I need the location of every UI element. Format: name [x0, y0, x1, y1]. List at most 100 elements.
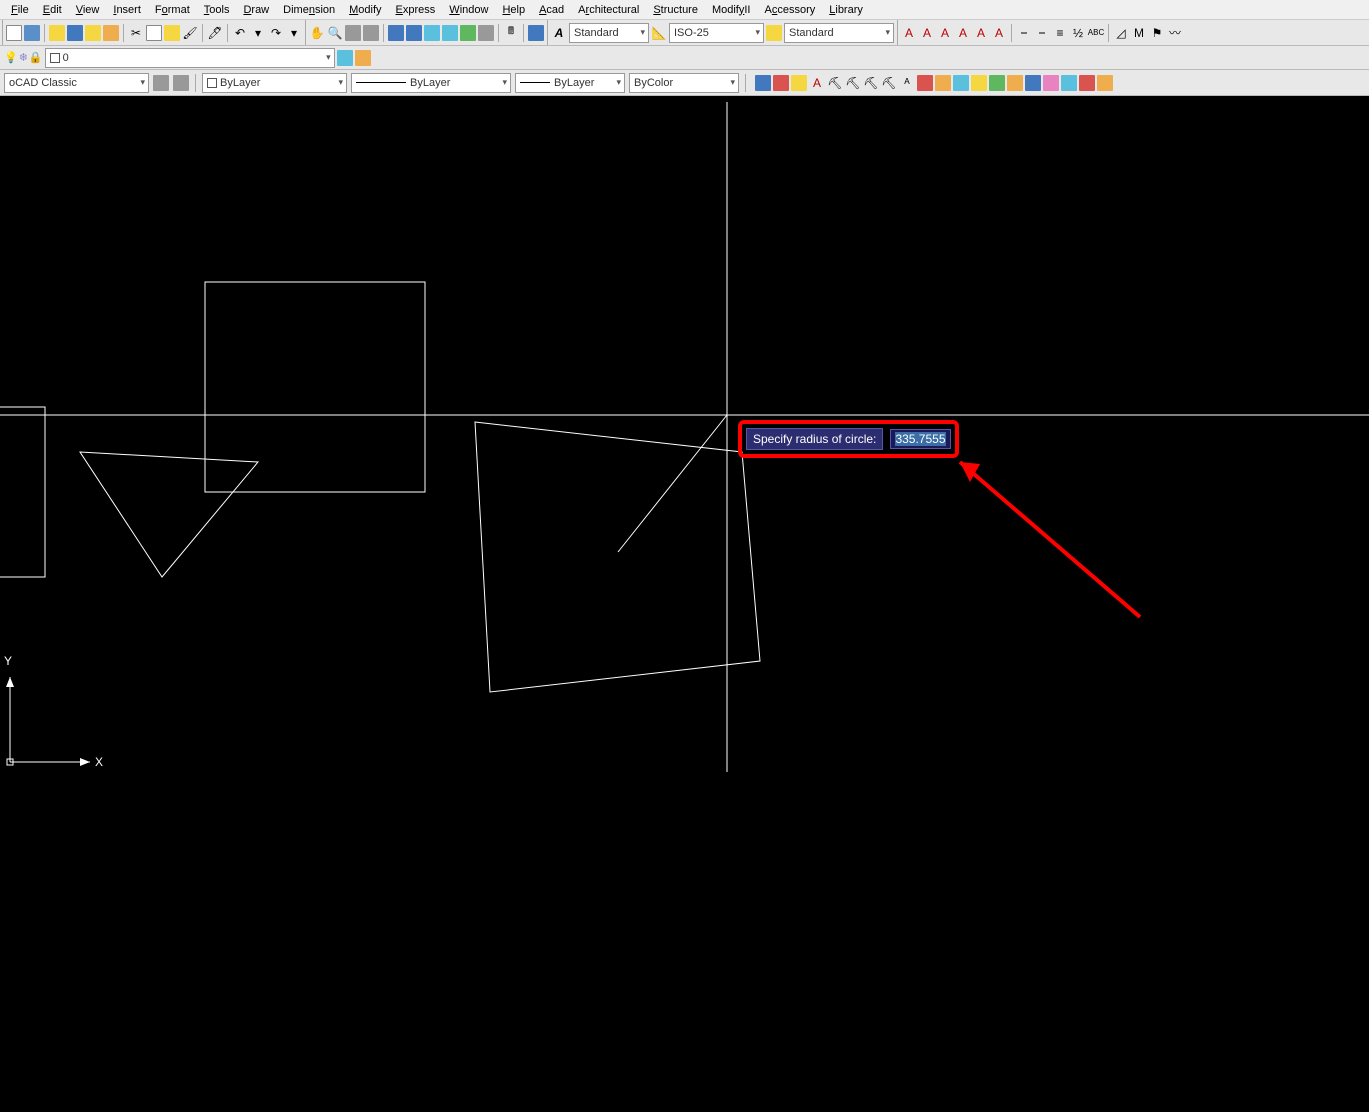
markup-icon[interactable] — [460, 25, 476, 41]
ex-2-icon[interactable] — [773, 75, 789, 91]
brush-icon[interactable]: 🖊 — [207, 25, 223, 41]
layer-dropdown[interactable]: 0 — [45, 48, 335, 68]
tool-line3-icon[interactable]: ≡ — [1052, 25, 1068, 41]
drawing-canvas[interactable]: X Y Specify radius of circle: 335.7555 — [0, 102, 1369, 772]
menu-dimension[interactable]: Dimension — [276, 2, 342, 18]
ex-16-icon[interactable] — [1025, 75, 1041, 91]
tool-zigzag-icon[interactable]: 〰 — [1167, 25, 1183, 41]
undo-drop-icon[interactable]: ▾ — [250, 25, 266, 41]
ws-lock-icon[interactable] — [173, 75, 189, 91]
menu-window[interactable]: Window — [442, 2, 495, 18]
menu-accessory[interactable]: Accessory — [758, 2, 823, 18]
tool-flag-icon[interactable]: ⚑ — [1149, 25, 1165, 41]
menu-library[interactable]: Library — [822, 2, 870, 18]
bulb-icon[interactable]: 💡 — [4, 51, 18, 64]
ex-7-icon[interactable]: ⛏ — [863, 75, 879, 91]
publish-icon[interactable] — [85, 25, 101, 41]
help-icon[interactable] — [528, 25, 544, 41]
tool-line2-icon[interactable]: ⎯ — [1034, 25, 1050, 41]
tool-line1-icon[interactable]: ⎯ — [1016, 25, 1032, 41]
undo-icon[interactable]: ↶ — [232, 25, 248, 41]
ex-12-icon[interactable] — [953, 75, 969, 91]
ex-4-icon[interactable]: A — [809, 75, 825, 91]
ex-6-icon[interactable]: ⛏ — [845, 75, 861, 91]
ex-1-icon[interactable] — [755, 75, 771, 91]
ex-10-icon[interactable] — [917, 75, 933, 91]
tool-a4-icon[interactable]: A — [955, 25, 971, 41]
ex-5-icon[interactable]: ⛏ — [827, 75, 843, 91]
menu-draw[interactable]: Draw — [236, 2, 276, 18]
menu-view[interactable]: View — [69, 2, 107, 18]
zoom-rt-icon[interactable]: 🔍 — [327, 25, 343, 41]
ws-settings-icon[interactable] — [153, 75, 169, 91]
save-icon[interactable] — [24, 25, 40, 41]
menu-modify[interactable]: Modify — [342, 2, 388, 18]
lock-icon[interactable]: 🔒 — [29, 51, 43, 64]
tablestyle-dropdown[interactable]: Standard — [784, 23, 894, 43]
freeze-icon[interactable]: ❄ — [19, 51, 28, 64]
dcenter-icon[interactable] — [406, 25, 422, 41]
toolpal-icon[interactable] — [424, 25, 440, 41]
qcalc-icon[interactable] — [478, 25, 494, 41]
tool-a1-icon[interactable]: A — [901, 25, 917, 41]
textstyle-btn-icon[interactable]: A — [551, 25, 567, 41]
dimstyle-btn-icon[interactable]: 📐 — [651, 25, 667, 41]
ex-3-icon[interactable] — [791, 75, 807, 91]
ex-13-icon[interactable] — [971, 75, 987, 91]
tool-abc-icon[interactable]: ABC — [1088, 25, 1104, 41]
ex-14-icon[interactable] — [989, 75, 1005, 91]
tool-m-icon[interactable]: M — [1131, 25, 1147, 41]
menu-acad[interactable]: Acad — [532, 2, 571, 18]
workspace-dropdown[interactable]: oCAD Classic — [4, 73, 149, 93]
tool-angle-icon[interactable]: ◿ — [1113, 25, 1129, 41]
tool-a5-icon[interactable]: A — [973, 25, 989, 41]
menu-insert[interactable]: Insert — [106, 2, 148, 18]
ex-17-icon[interactable] — [1043, 75, 1059, 91]
sheet-icon[interactable] — [442, 25, 458, 41]
ex-9-icon[interactable]: ᴬ — [899, 75, 915, 91]
preview-icon[interactable] — [67, 25, 83, 41]
menu-architectural[interactable]: Architectural — [571, 2, 646, 18]
zoom-prev-icon[interactable] — [363, 25, 379, 41]
menu-modifyii[interactable]: ModifyII — [705, 2, 758, 18]
pan-icon[interactable]: ✋ — [309, 25, 325, 41]
ex-18-icon[interactable] — [1061, 75, 1077, 91]
menu-structure[interactable]: Structure — [646, 2, 705, 18]
cut-icon[interactable]: ✂ — [128, 25, 144, 41]
layer-prev-icon[interactable] — [355, 50, 371, 66]
tool-a3-icon[interactable]: A — [937, 25, 953, 41]
menu-help[interactable]: Help — [495, 2, 532, 18]
plot-icon[interactable] — [49, 25, 65, 41]
new-icon[interactable] — [6, 25, 22, 41]
menu-file[interactable]: File — [4, 2, 36, 18]
redo-icon[interactable]: ↷ — [268, 25, 284, 41]
ex-8-icon[interactable]: ⛏ — [881, 75, 897, 91]
ex-15-icon[interactable] — [1007, 75, 1023, 91]
copy-icon[interactable] — [146, 25, 162, 41]
dimstyle-dropdown[interactable]: ISO-25 — [669, 23, 764, 43]
redo-drop-icon[interactable]: ▾ — [286, 25, 302, 41]
menu-format[interactable]: Format — [148, 2, 197, 18]
textstyle-dropdown[interactable]: Standard — [569, 23, 649, 43]
props-icon[interactable] — [388, 25, 404, 41]
menu-tools[interactable]: Tools — [197, 2, 237, 18]
calc-icon[interactable]: 🖩 — [503, 25, 519, 41]
tool-a6-icon[interactable]: A — [991, 25, 1007, 41]
menu-express[interactable]: Express — [389, 2, 443, 18]
linetype-dropdown[interactable]: ByLayer — [351, 73, 511, 93]
ex-11-icon[interactable] — [935, 75, 951, 91]
tool-frac-icon[interactable]: ½ — [1070, 25, 1086, 41]
match-icon[interactable]: 🖌 — [182, 25, 198, 41]
tool-a2-icon[interactable]: A — [919, 25, 935, 41]
paste-icon[interactable] — [164, 25, 180, 41]
plotstyle-dropdown[interactable]: ByColor — [629, 73, 739, 93]
ex-19-icon[interactable] — [1079, 75, 1095, 91]
zoom-win-icon[interactable] — [345, 25, 361, 41]
menu-edit[interactable]: Edit — [36, 2, 69, 18]
layer-props-icon[interactable] — [337, 50, 353, 66]
lineweight-dropdown[interactable]: ByLayer — [515, 73, 625, 93]
ex-20-icon[interactable] — [1097, 75, 1113, 91]
find-icon[interactable] — [103, 25, 119, 41]
color-dropdown[interactable]: ByLayer — [202, 73, 347, 93]
tablestyle-btn-icon[interactable] — [766, 25, 782, 41]
